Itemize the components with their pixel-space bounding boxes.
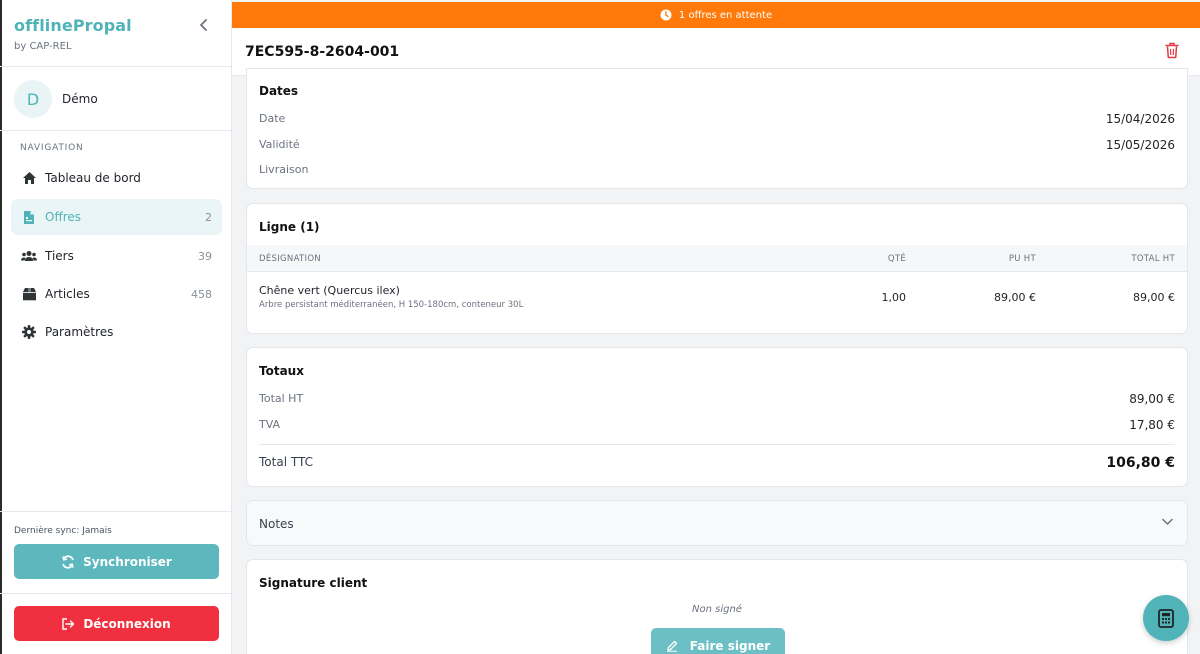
total-ht-value: 89,00 € bbox=[1129, 392, 1175, 406]
refresh-icon bbox=[61, 554, 75, 569]
total-ht-label: Total HT bbox=[259, 392, 304, 405]
sync-button[interactable]: Synchroniser bbox=[14, 544, 219, 579]
calculator-button[interactable] bbox=[1143, 595, 1189, 641]
line-name: Chêne vert (Quercus ilex) bbox=[259, 284, 400, 297]
line-description: Arbre persistant méditerranéen, H 150-18… bbox=[259, 300, 524, 310]
divider bbox=[259, 444, 1175, 445]
signature-card: Signature client Non signé Faire signer bbox=[246, 559, 1188, 654]
card-title: Totaux bbox=[259, 364, 304, 378]
line-unit-price: 89,00 € bbox=[994, 291, 1036, 304]
totals-card: Totaux Total HT 89,00 € TVA 17,80 € Tota… bbox=[246, 347, 1188, 487]
tva-value: 17,80 € bbox=[1129, 418, 1175, 432]
table-header: DÉSIGNATION QTÉ PU HT TOTAL HT bbox=[247, 245, 1187, 272]
brand: offlinePropal by CAP-REL bbox=[14, 16, 132, 52]
file-icon bbox=[21, 209, 37, 225]
column-unit-price: PU HT bbox=[1008, 254, 1036, 264]
box-icon bbox=[21, 286, 37, 302]
delivery-label: Livraison bbox=[259, 163, 309, 176]
date-label: Date bbox=[259, 112, 286, 125]
date-value: 15/04/2026 bbox=[1105, 112, 1175, 126]
line-total: 89,00 € bbox=[1133, 291, 1175, 304]
calculator-icon bbox=[1158, 608, 1174, 628]
sidebar-item-articles[interactable]: Articles 458 bbox=[11, 276, 222, 312]
app-subtitle: by CAP-REL bbox=[14, 41, 72, 52]
sync-button-label: Synchroniser bbox=[83, 554, 172, 569]
app-title: offlinePropal bbox=[14, 16, 132, 35]
chevron-down-icon bbox=[1162, 518, 1173, 526]
user-name: Démo bbox=[62, 92, 98, 106]
signature-status: Non signé bbox=[692, 604, 742, 615]
document-reference: 7EC595-8-2604-001 bbox=[245, 44, 400, 60]
sidebar-item-tiers[interactable]: Tiers 39 bbox=[11, 238, 222, 274]
users-icon bbox=[21, 248, 37, 264]
sidebar-item-count: 2 bbox=[205, 210, 212, 224]
clock-icon bbox=[660, 9, 672, 21]
last-sync-label: Dernière sync: Jamais bbox=[14, 526, 112, 536]
divider bbox=[0, 593, 231, 594]
lines-card: Ligne (1) DÉSIGNATION QTÉ PU HT TOTAL HT… bbox=[246, 203, 1188, 334]
sidebar-item-label: Tiers bbox=[45, 249, 74, 263]
dates-card: Dates Date 15/04/2026 Validité 15/05/202… bbox=[246, 68, 1188, 189]
validity-label: Validité bbox=[259, 138, 300, 151]
sign-button-label: Faire signer bbox=[689, 639, 771, 653]
line-qty: 1,00 bbox=[881, 291, 907, 304]
sidebar-item-count: 39 bbox=[198, 249, 212, 263]
banner-text: 1 offres en attente bbox=[678, 9, 773, 21]
sign-button[interactable]: Faire signer bbox=[651, 628, 785, 654]
notes-accordion[interactable]: Notes bbox=[246, 500, 1188, 546]
sidebar-item-count: 458 bbox=[191, 287, 212, 301]
column-total: TOTAL HT bbox=[1131, 254, 1175, 264]
validity-value: 15/05/2026 bbox=[1105, 138, 1175, 152]
nav-section-label: NAVIGATION bbox=[20, 143, 84, 153]
pending-offers-banner: 1 offres en attente bbox=[232, 2, 1200, 28]
divider bbox=[0, 130, 231, 131]
sidebar-item-parametres[interactable]: Paramètres bbox=[11, 314, 222, 350]
sidebar-item-offres[interactable]: Offres 2 bbox=[11, 199, 222, 235]
user-profile: D Démo bbox=[14, 80, 98, 118]
sidebar-item-label: Tableau de bord bbox=[45, 171, 141, 185]
card-title: Ligne (1) bbox=[259, 220, 320, 234]
logout-icon bbox=[62, 617, 75, 630]
column-designation: DÉSIGNATION bbox=[259, 254, 321, 264]
card-title: Signature client bbox=[259, 576, 368, 590]
sidebar: offlinePropal by CAP-REL D Démo NAVIGATI… bbox=[0, 0, 232, 654]
card-title: Dates bbox=[259, 84, 299, 98]
sidebar-item-label: Paramètres bbox=[45, 325, 114, 339]
divider bbox=[0, 66, 231, 67]
total-ttc-value: 106,80 € bbox=[1106, 455, 1175, 471]
avatar: D bbox=[14, 80, 52, 118]
sidebar-item-label: Articles bbox=[45, 287, 90, 301]
tva-label: TVA bbox=[259, 418, 281, 431]
logout-button[interactable]: Déconnexion bbox=[14, 606, 219, 641]
total-ttc-label: Total TTC bbox=[259, 455, 313, 469]
notes-label: Notes bbox=[259, 517, 294, 531]
divider bbox=[0, 511, 231, 512]
gear-icon bbox=[21, 324, 37, 340]
pen-icon bbox=[666, 640, 678, 652]
sidebar-item-dashboard[interactable]: Tableau de bord bbox=[11, 160, 222, 196]
delete-icon[interactable] bbox=[1165, 42, 1181, 60]
collapse-sidebar-icon[interactable] bbox=[198, 18, 214, 36]
logout-button-label: Déconnexion bbox=[83, 616, 171, 631]
column-qty: QTÉ bbox=[887, 254, 906, 264]
home-icon bbox=[21, 170, 37, 186]
sidebar-item-label: Offres bbox=[45, 210, 82, 224]
